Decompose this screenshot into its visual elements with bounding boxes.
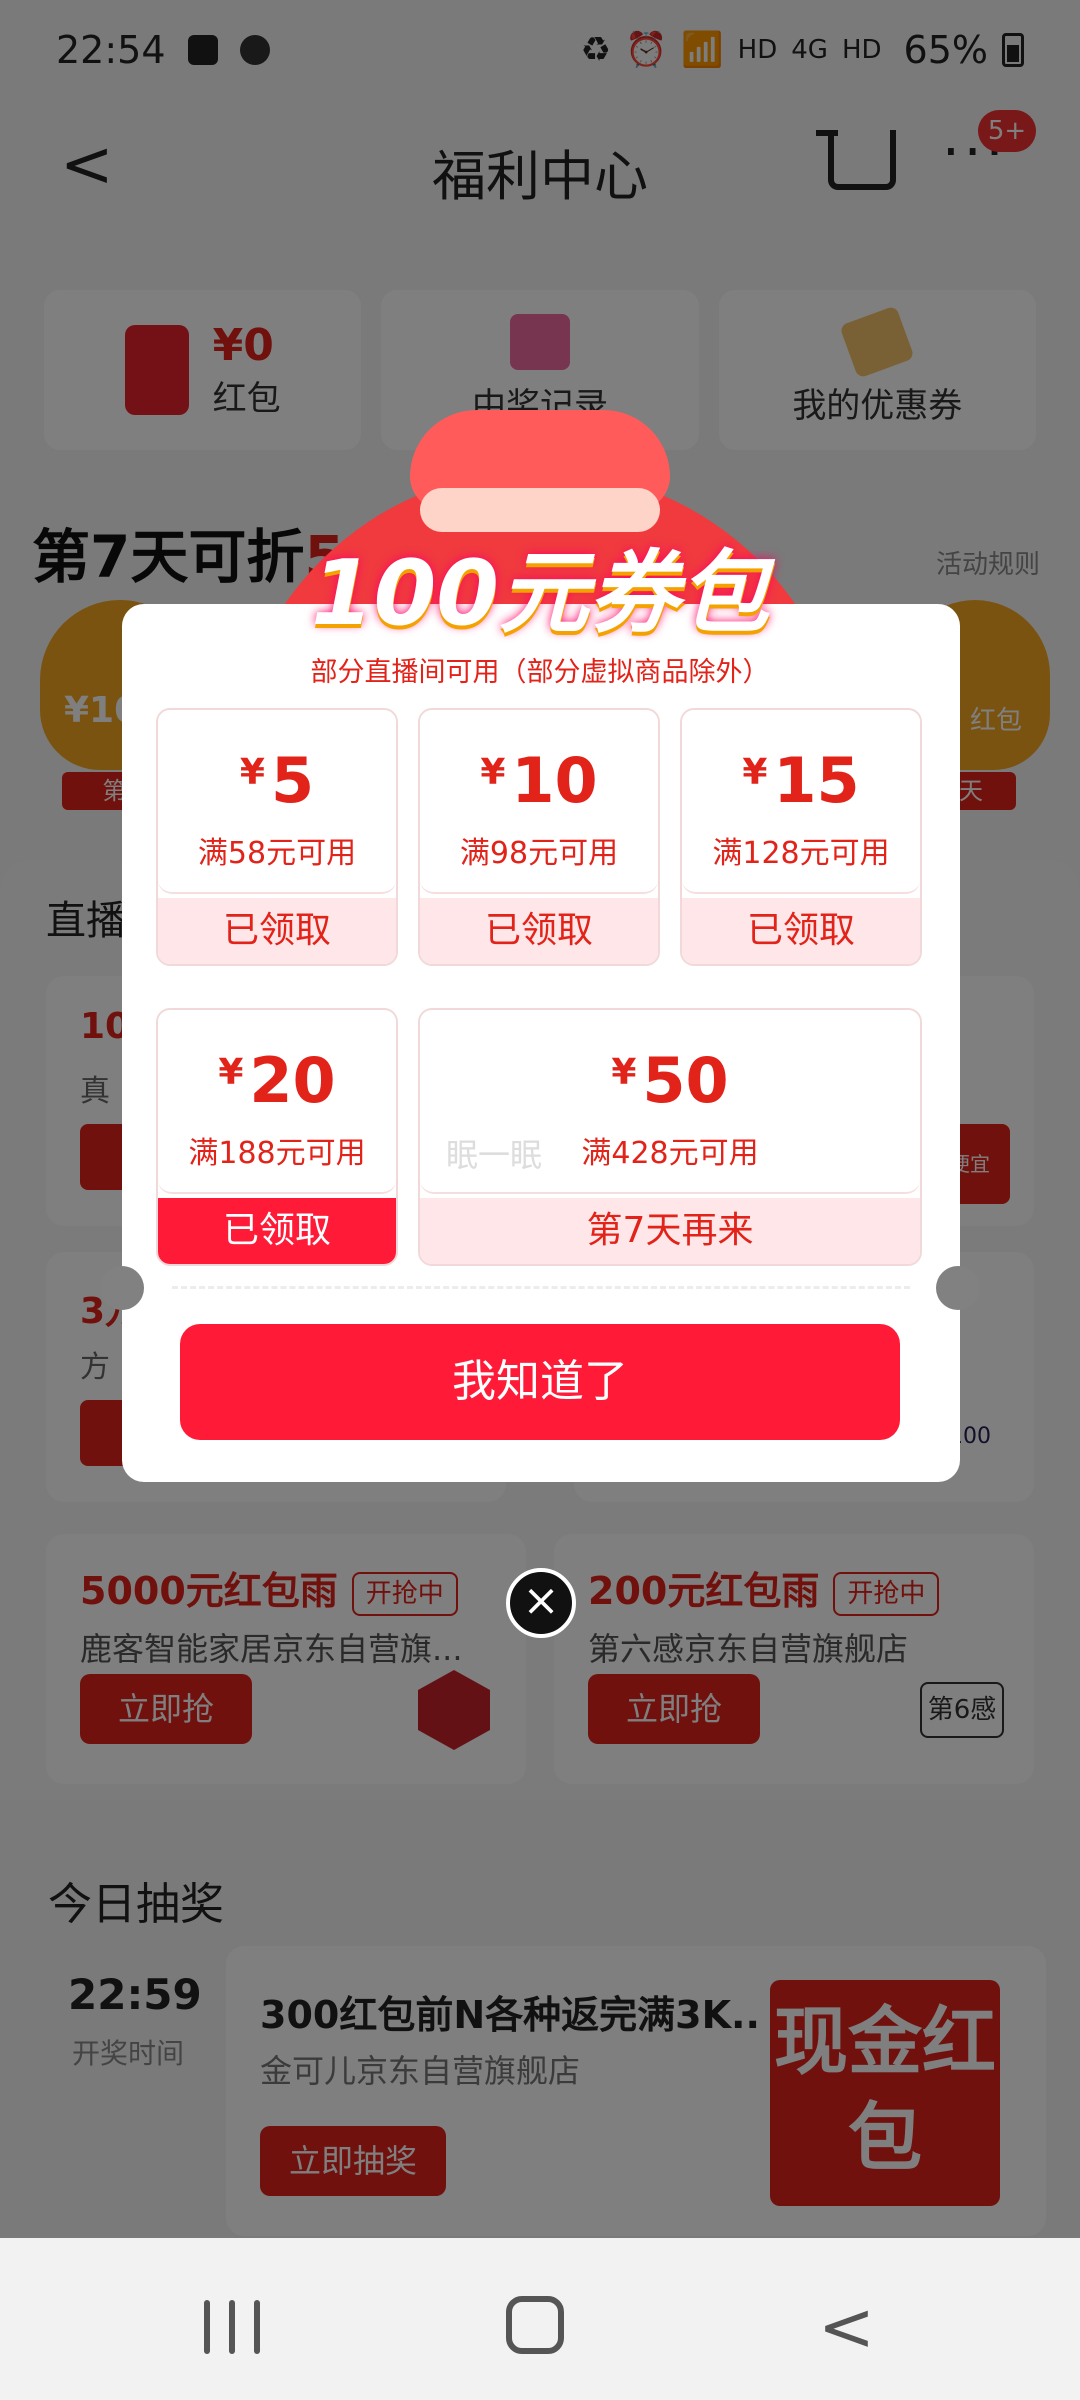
close-icon[interactable]: ×: [506, 1568, 576, 1638]
coupon-condition: 满188元可用: [188, 1136, 366, 1171]
confirm-button[interactable]: 我知道了: [180, 1324, 900, 1440]
coupon-card[interactable]: ¥15 满128元可用 已领取: [680, 708, 922, 966]
coupon-value: 5: [270, 744, 315, 817]
currency-symbol: ¥: [742, 752, 768, 793]
coupon-status: 已领取: [682, 898, 920, 964]
modal-divider: [172, 1286, 910, 1289]
coupon-amount: ¥20: [158, 1044, 396, 1117]
coupon-condition: 满58元可用: [197, 836, 357, 871]
coupon-amount: ¥50: [420, 1044, 920, 1117]
coupon-card[interactable]: 眠一眠 ¥50 满428元可用 第7天再来: [418, 1008, 922, 1266]
coupon-card[interactable]: ¥5 满58元可用 已领取: [156, 708, 398, 966]
coupon-value: 50: [642, 1044, 729, 1117]
currency-symbol: ¥: [218, 1052, 244, 1093]
coupon-amount: ¥15: [682, 744, 920, 817]
coupon-value: 15: [773, 744, 860, 817]
modal-title: 100元券包: [311, 541, 769, 646]
system-back-icon[interactable]: <: [818, 2288, 875, 2367]
coupon-card[interactable]: ¥20 满188元可用 已领取: [156, 1008, 398, 1266]
home-icon[interactable]: [506, 2296, 564, 2354]
recent-apps-icon[interactable]: [204, 2300, 260, 2354]
currency-symbol: ¥: [239, 752, 265, 793]
modal-subtitle: 部分直播间可用（部分虚拟商品除外）: [310, 657, 770, 688]
coupon-amount: ¥10: [420, 744, 658, 817]
currency-symbol: ¥: [611, 1052, 637, 1093]
coupon-value: 20: [249, 1044, 336, 1117]
currency-symbol: ¥: [480, 752, 506, 793]
coupon-value: 10: [511, 744, 598, 817]
coupon-status: 第7天再来: [420, 1198, 920, 1264]
coupon-condition: 满428元可用: [581, 1136, 759, 1171]
modal-notch-right: [936, 1266, 980, 1310]
coupon-card[interactable]: ¥10 满98元可用 已领取: [418, 708, 660, 966]
coupon-condition: 满98元可用: [459, 836, 619, 871]
coupon-status: 已领取: [420, 898, 658, 964]
modal-notch-left: [100, 1266, 144, 1310]
coupon-condition: 满128元可用: [712, 836, 890, 871]
coupon-status: 已领取: [158, 898, 396, 964]
coupon-amount: ¥5: [158, 744, 396, 817]
coupon-status: 已领取: [158, 1198, 396, 1264]
system-nav-bar: <: [0, 2238, 1080, 2400]
